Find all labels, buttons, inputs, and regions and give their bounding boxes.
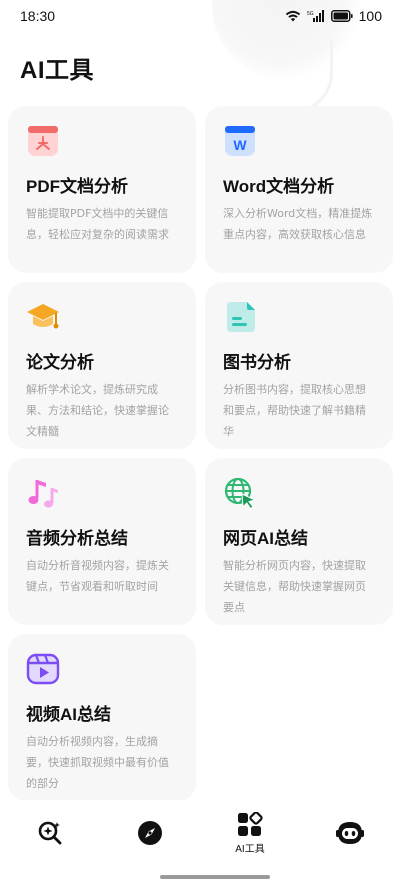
- tool-card-description: 深入分析Word文档，精准提炼重点内容，高效获取核心信息: [223, 207, 373, 241]
- tool-card-title: Word文档分析: [223, 177, 335, 196]
- tool-card-title: 图书分析: [223, 353, 291, 372]
- tool-card-word[interactable]: W Word文档分析 深入分析Word文档，精准提炼重点内容，高效获取核心信息: [205, 106, 393, 273]
- svg-text:W: W: [233, 137, 247, 153]
- battery-icon: [330, 10, 353, 22]
- battery-level: 100: [358, 8, 382, 24]
- tool-card-description: 解析学术论文，提炼研究成果、方法和结论，快速掌握论文精髓: [26, 383, 169, 438]
- tool-card-title: 论文分析: [26, 353, 94, 372]
- status-bar: 18:30 5G 100: [0, 0, 400, 34]
- tool-card-video[interactable]: 视频AI总结 自动分析视频内容，生成摘要，快速抓取视频中最有价值的部分: [8, 634, 196, 801]
- tool-card-paper[interactable]: 论文分析 解析学术论文，提炼研究成果、方法和结论，快速掌握论文精髓: [8, 282, 196, 449]
- tab-label: AI工具: [235, 844, 265, 855]
- video-play-icon: [26, 653, 60, 685]
- tab-discover[interactable]: [120, 808, 180, 848]
- music-notes-icon: [28, 480, 58, 508]
- word-document-icon: W: [225, 126, 255, 156]
- tool-card-webpage[interactable]: 网页AI总结 智能分析网页内容，快速提取关键信息，帮助快速掌握网页要点: [205, 458, 393, 625]
- search-ai-icon: [38, 821, 62, 845]
- status-time: 18:30: [20, 8, 56, 24]
- tool-card-book[interactable]: 图书分析 分析图书内容，提取核心思想和要点，帮助快速了解书籍精华: [205, 282, 393, 449]
- tool-card-description: 分析图书内容，提取核心思想和要点，帮助快速了解书籍精华: [223, 383, 366, 438]
- graduation-cap-icon: [27, 304, 59, 329]
- background-decoration-curve: [270, 40, 333, 113]
- status-icons: 5G 100: [285, 8, 382, 24]
- tool-card-description: 智能提取PDF文档中的关键信息，轻松应对复杂的阅读需求: [26, 207, 169, 241]
- robot-face-icon: [336, 822, 364, 844]
- tool-card-description: 自动分析视频内容，生成摘要，快速抓取视频中最有价值的部分: [26, 735, 169, 790]
- tool-card-title: 视频AI总结: [26, 705, 111, 724]
- globe-cursor-icon: [224, 477, 257, 510]
- tool-card-description: 自动分析音视频内容，提炼关键点，节省观看和听取时间: [26, 559, 169, 593]
- tab-search[interactable]: [20, 808, 80, 848]
- tool-card-description: 智能分析网页内容，快速提取关键信息，帮助快速掌握网页要点: [223, 559, 366, 614]
- tool-card-title: PDF文档分析: [26, 177, 128, 196]
- page-title: AI工具: [20, 57, 94, 84]
- ai-tools-grid-icon: [238, 812, 263, 836]
- svg-text:5G: 5G: [307, 11, 314, 17]
- cellular-signal-icon: 5G: [307, 10, 324, 22]
- tab-ai-tools[interactable]: AI工具: [220, 808, 280, 855]
- tab-assistant[interactable]: [320, 808, 380, 848]
- home-indicator: [160, 875, 270, 879]
- book-document-icon: [227, 302, 255, 332]
- pdf-document-icon: [28, 126, 58, 156]
- tool-card-title: 音频分析总结: [26, 529, 128, 548]
- tool-card-audio[interactable]: 音频分析总结 自动分析音视频内容，提炼关键点，节省观看和听取时间: [8, 458, 196, 625]
- tool-card-title: 网页AI总结: [223, 529, 308, 548]
- tool-card-pdf[interactable]: PDF文档分析 智能提取PDF文档中的关键信息，轻松应对复杂的阅读需求: [8, 106, 196, 273]
- bottom-tab-bar: AI工具: [0, 800, 400, 860]
- compass-icon: [138, 821, 162, 845]
- wifi-icon: [285, 10, 300, 22]
- tool-grid: PDF文档分析 智能提取PDF文档中的关键信息，轻松应对复杂的阅读需求 W Wo…: [8, 106, 393, 801]
